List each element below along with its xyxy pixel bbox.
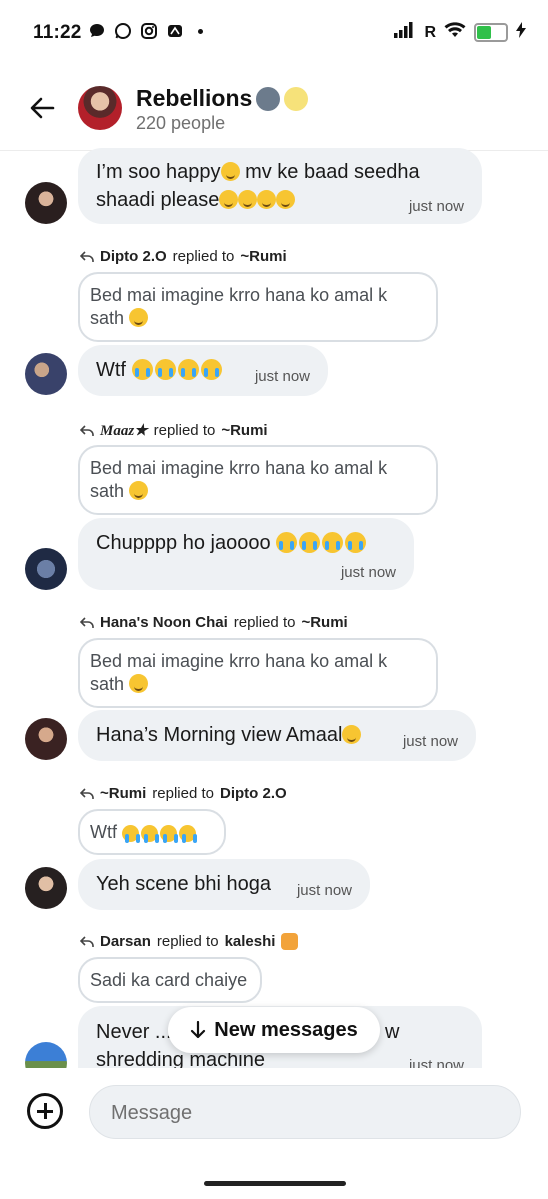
carrier-label: R xyxy=(424,23,436,41)
reply-arrow-icon xyxy=(80,424,94,436)
reply-label: Maaz★ replied to ~Rumi xyxy=(80,421,268,440)
chat-bubble-icon xyxy=(88,22,106,40)
status-bar: 11:22 R xyxy=(0,0,548,64)
signal-icon xyxy=(394,22,416,43)
avatar[interactable] xyxy=(25,548,67,590)
message-bubble[interactable]: Hana’s Morning view Amaal just now xyxy=(78,710,476,761)
reply-label: Darsan replied to kaleshi xyxy=(80,933,299,950)
loudly-crying-emoji xyxy=(154,359,176,380)
group-title[interactable]: Rebellions xyxy=(136,85,309,112)
loudly-crying-emoji xyxy=(122,825,140,843)
whatsapp-icon xyxy=(114,22,132,40)
battery-icon xyxy=(474,23,508,42)
reply-label: ~Rumi replied to Dipto 2.O xyxy=(80,785,287,802)
reply-arrow-icon xyxy=(80,616,94,628)
avatar[interactable] xyxy=(25,867,67,909)
message-time: just now xyxy=(340,564,396,581)
message-bubble[interactable]: Yeh scene bhi hoga just now xyxy=(78,859,370,910)
loudly-crying-emoji xyxy=(200,359,222,380)
message-time: just now xyxy=(408,198,464,215)
loudly-crying-emoji xyxy=(160,825,178,843)
loudly-crying-emoji xyxy=(177,359,199,380)
instagram-icon xyxy=(140,22,158,40)
group-avatar[interactable] xyxy=(78,86,122,130)
reply-arrow-icon xyxy=(80,250,94,262)
loudly-crying-emoji xyxy=(299,532,321,553)
chat-header: Rebellions 220 people xyxy=(0,64,548,151)
more-notifications-dot xyxy=(198,28,203,34)
message-time: just now xyxy=(402,733,458,750)
loudly-crying-emoji xyxy=(345,532,367,553)
notification-icons xyxy=(88,22,203,40)
avatar[interactable] xyxy=(25,182,67,224)
message-time: just now xyxy=(296,882,352,899)
arrow-down-icon xyxy=(191,1021,206,1039)
new-messages-button[interactable]: New messages xyxy=(168,1007,380,1053)
crescent-moon-face-icon xyxy=(284,86,309,111)
app-notification-icon xyxy=(166,22,184,40)
slight-smile-emoji xyxy=(219,190,239,209)
charging-icon xyxy=(516,22,526,43)
wifi-icon xyxy=(444,22,466,43)
slight-smile-emoji xyxy=(129,481,149,500)
slight-smile-emoji xyxy=(238,190,258,209)
quoted-message[interactable]: Bed mai imagine krro hana ko amal k sath xyxy=(78,445,438,515)
slight-smile-emoji xyxy=(129,308,149,327)
slight-smile-emoji xyxy=(220,162,240,181)
message-input[interactable] xyxy=(109,1086,503,1140)
status-time: 11:22 xyxy=(33,22,82,43)
loudly-crying-emoji xyxy=(179,825,197,843)
message-time: just now xyxy=(254,368,310,385)
slight-smile-emoji xyxy=(129,674,149,693)
quoted-message[interactable]: Bed mai imagine krro hana ko amal k sath xyxy=(78,272,438,342)
add-attachment-icon[interactable] xyxy=(27,1093,63,1129)
new-moon-face-icon xyxy=(256,86,281,111)
system-icons: R xyxy=(394,22,526,43)
slight-smile-emoji xyxy=(257,190,277,209)
loudly-crying-emoji xyxy=(131,359,153,380)
back-arrow-icon[interactable] xyxy=(28,94,56,122)
message-bubble[interactable]: Wtf just now xyxy=(78,345,328,396)
gemini-sign-icon xyxy=(281,933,299,950)
reply-label: Dipto 2.O replied to ~Rumi xyxy=(80,248,287,265)
quoted-message[interactable]: Sadi ka card chaiye xyxy=(78,957,262,1003)
message-bubble[interactable]: I’m soo happy mv ke baad seedha shaadi p… xyxy=(78,148,482,224)
avatar[interactable] xyxy=(25,353,67,395)
loudly-crying-emoji xyxy=(322,532,344,553)
avatar[interactable] xyxy=(25,718,67,760)
quoted-message[interactable]: Wtf xyxy=(78,809,226,855)
quoted-message[interactable]: Bed mai imagine krro hana ko amal k sath xyxy=(78,638,438,708)
reply-arrow-icon xyxy=(80,787,94,799)
loudly-crying-emoji xyxy=(276,532,298,553)
slight-smile-emoji xyxy=(342,725,362,744)
reply-arrow-icon xyxy=(80,935,94,947)
member-count: 220 people xyxy=(136,113,226,133)
loudly-crying-emoji xyxy=(141,825,159,843)
reply-label: Hana's Noon Chai replied to ~Rumi xyxy=(80,614,348,631)
home-indicator xyxy=(204,1181,346,1186)
composer xyxy=(0,1068,548,1199)
message-time: just now xyxy=(408,1057,464,1068)
slight-smile-emoji xyxy=(276,190,296,209)
message-field[interactable] xyxy=(89,1085,521,1140)
message-bubble[interactable]: Chupppp ho jaoooo just now xyxy=(78,518,414,590)
